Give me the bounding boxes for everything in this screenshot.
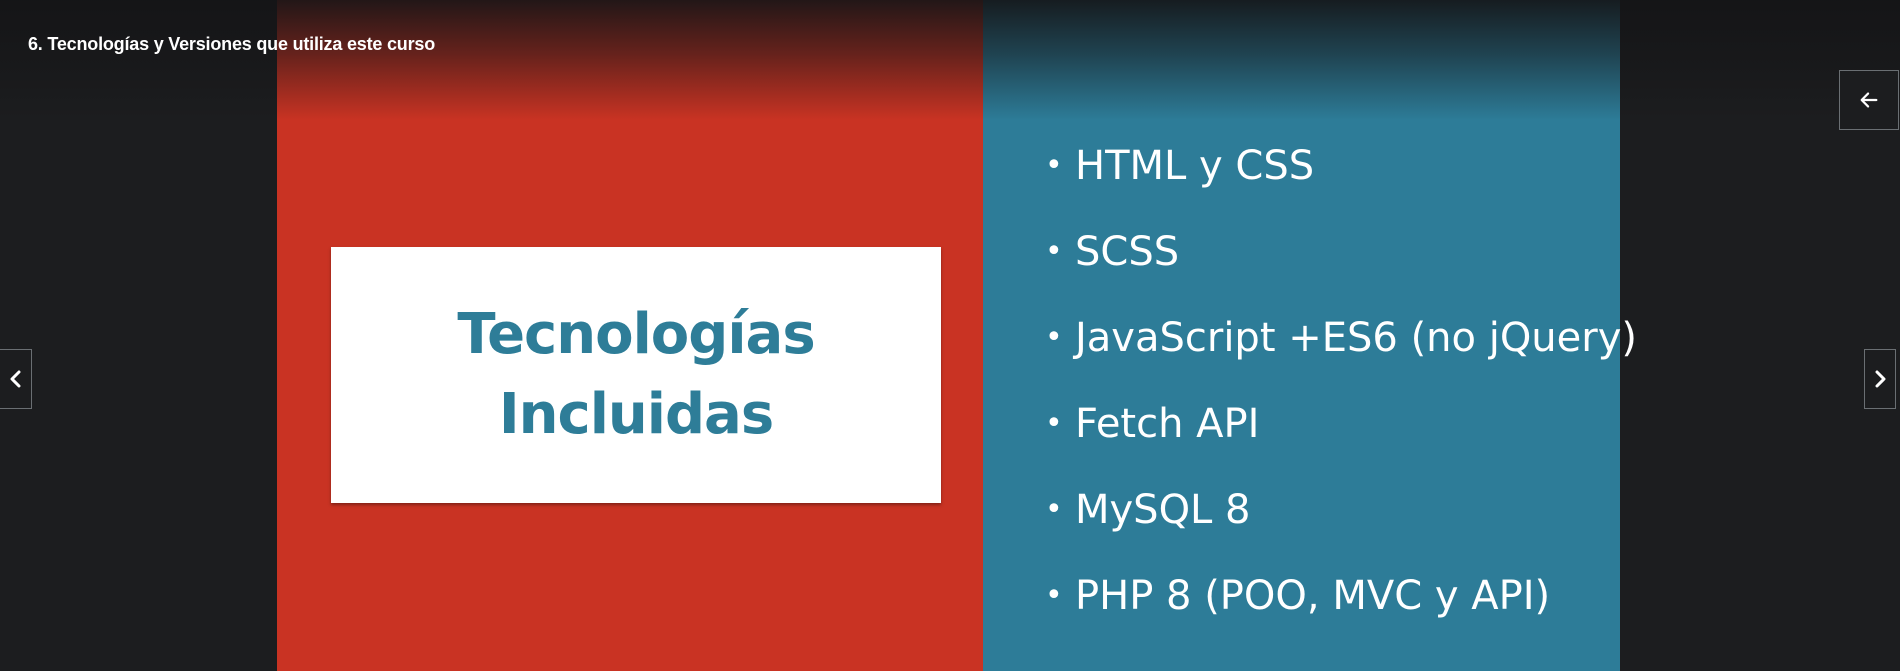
bullet: • [1045, 320, 1063, 355]
lecture-title: 6. Tecnologías y Versiones que utiliza e… [28, 34, 436, 54]
slide-title-line-2: Incluidas [498, 382, 774, 447]
technology-label: Fetch API [1075, 401, 1260, 447]
next-lecture-button[interactable] [1864, 349, 1896, 409]
technology-label: HTML y CSS [1075, 143, 1315, 189]
chevron-right-icon [1875, 370, 1886, 388]
bullet: • [1045, 148, 1063, 183]
slide-title-line-1: Tecnologías [457, 302, 815, 367]
technology-label: SCSS [1075, 229, 1180, 275]
technology-label: MySQL 8 [1075, 487, 1251, 533]
previous-lecture-button[interactable] [0, 349, 32, 409]
technology-label: JavaScript +ES6 (no jQuery) [1075, 315, 1637, 361]
technology-list: • HTML y CSS • SCSS • JavaScript +ES6 (no j… [1045, 130, 1637, 646]
list-item: • HTML y CSS [1045, 130, 1637, 216]
bullet: • [1045, 406, 1063, 441]
chevron-left-icon [10, 370, 20, 388]
top-gradient-overlay [0, 0, 1900, 120]
bullet: • [1045, 234, 1063, 269]
slide-title-card: Tecnologías Incluidas [331, 247, 941, 503]
video-player[interactable]: Tecnologías Incluidas • HTML y CSS • SCSS … [0, 0, 1900, 671]
list-item: • JavaScript +ES6 (no jQuery) [1045, 302, 1637, 388]
arrow-left-icon [1860, 92, 1878, 108]
list-item: • SCSS [1045, 216, 1637, 302]
list-item: • Fetch API [1045, 388, 1637, 474]
bullet: • [1045, 578, 1063, 613]
list-item: • PHP 8 (POO, MVC y API) [1045, 560, 1637, 646]
list-item: • MySQL 8 [1045, 474, 1637, 560]
bullet: • [1045, 492, 1063, 527]
technology-label: PHP 8 (POO, MVC y API) [1075, 573, 1551, 619]
sidebar-toggle-button[interactable] [1839, 70, 1899, 130]
